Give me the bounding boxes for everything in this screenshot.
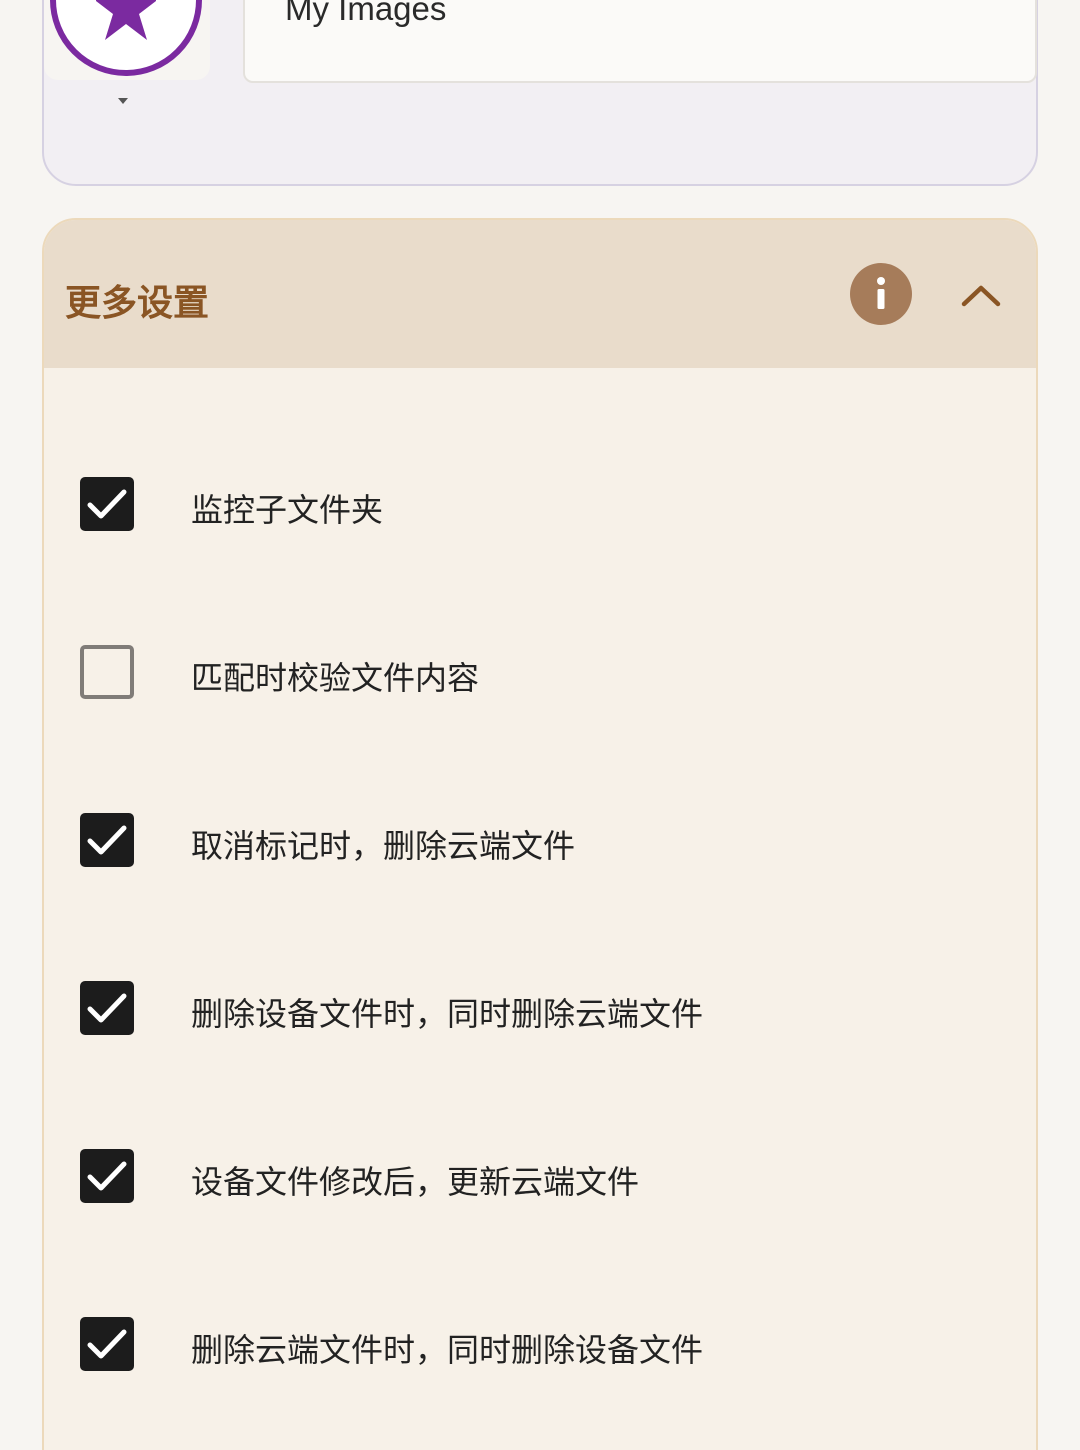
checkmark-icon (87, 489, 127, 519)
option-label: 删除云端文件时，同时删除设备文件 (191, 1331, 704, 1369)
folder-name-text: My Images (285, 0, 447, 27)
option-delete-cloud-on-unmark[interactable]: 取消标记时，删除云端文件 (80, 813, 980, 869)
folder-icon-caret (118, 98, 128, 104)
option-watch-subfolders[interactable]: 监控子文件夹 (80, 477, 980, 533)
info-button[interactable] (850, 263, 912, 325)
checkbox[interactable] (80, 1317, 134, 1371)
star-icon (96, 0, 156, 40)
checkbox[interactable] (80, 1149, 134, 1203)
checkmark-icon (87, 1329, 127, 1359)
checkbox[interactable] (80, 981, 134, 1035)
option-label: 设备文件修改后，更新云端文件 (191, 1163, 640, 1201)
sync-folder-settings-page: My Images 更多设置 监控子文件夹 匹配时校验文件内容 取消标记时，删除… (0, 0, 1080, 1450)
option-label: 删除设备文件时，同时删除云端文件 (191, 995, 704, 1033)
checkmark-icon (87, 993, 127, 1023)
option-label: 匹配时校验文件内容 (191, 659, 480, 697)
option-verify-content[interactable]: 匹配时校验文件内容 (80, 645, 980, 701)
collapse-button[interactable] (954, 272, 1008, 316)
info-icon (877, 277, 885, 309)
option-label: 监控子文件夹 (191, 491, 384, 529)
more-settings-panel: 更多设置 监控子文件夹 匹配时校验文件内容 取消标记时，删除云端文件 删除设备文… (42, 218, 1038, 1450)
more-settings-title: 更多设置 (65, 283, 210, 324)
more-settings-header[interactable]: 更多设置 (44, 220, 1036, 368)
option-delete-device-on-cloud-delete[interactable]: 删除云端文件时，同时删除设备文件 (80, 1317, 980, 1373)
checkmark-icon (87, 1161, 127, 1191)
option-delete-cloud-on-device-delete[interactable]: 删除设备文件时，同时删除云端文件 (80, 981, 980, 1037)
checkbox[interactable] (80, 645, 134, 699)
option-label: 取消标记时，删除云端文件 (191, 827, 576, 865)
checkbox[interactable] (80, 477, 134, 531)
chevron-up-icon (961, 285, 1001, 307)
checkbox[interactable] (80, 813, 134, 867)
folder-name-field[interactable]: My Images (243, 0, 1037, 83)
checkmark-icon (87, 825, 127, 855)
option-update-cloud-on-modify[interactable]: 设备文件修改后，更新云端文件 (80, 1149, 980, 1205)
